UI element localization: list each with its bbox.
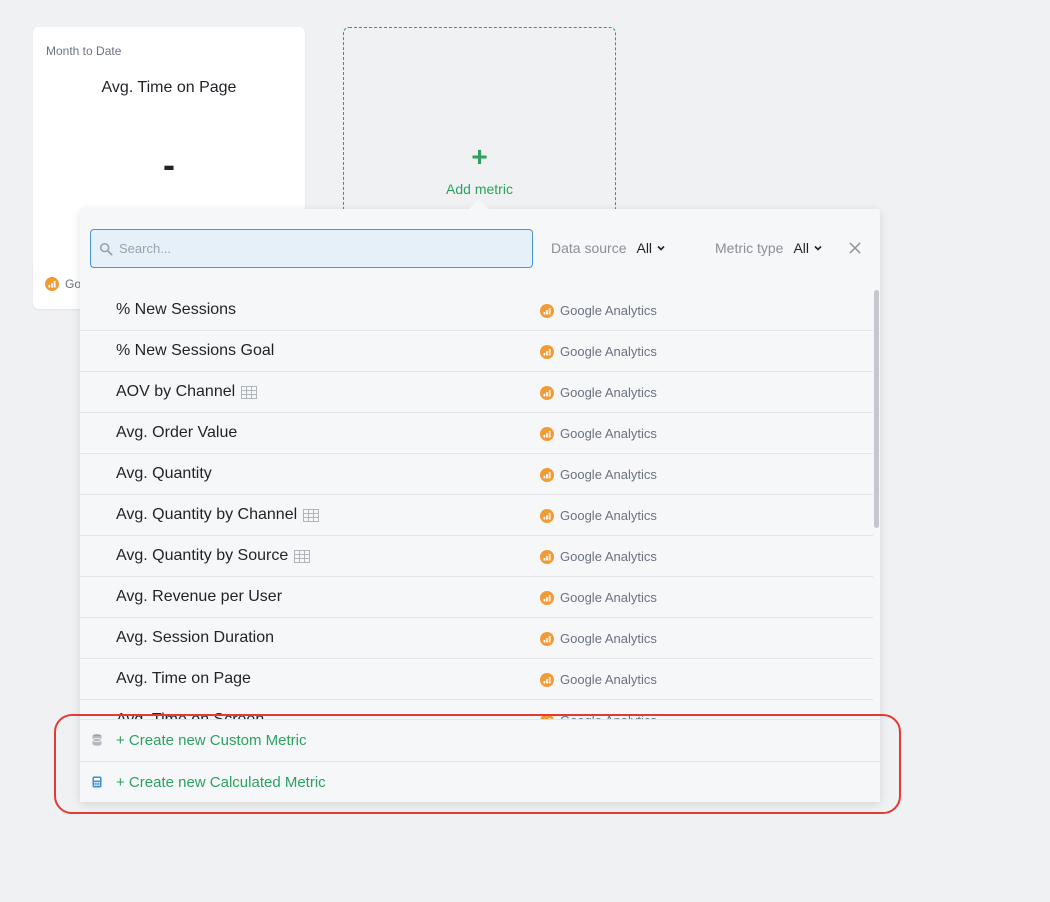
- chevron-down-icon: [657, 245, 665, 251]
- metric-type-label: Metric type: [715, 240, 784, 256]
- search-input[interactable]: [119, 241, 519, 256]
- google-analytics-icon: [540, 672, 554, 687]
- google-analytics-icon: [540, 385, 554, 400]
- picker-toolbar: Data source All Metric type All: [80, 209, 880, 290]
- metric-list[interactable]: % New Sessions Google Analytics% New Sess…: [80, 290, 873, 719]
- metric-row-source-label: Google Analytics: [560, 426, 657, 441]
- data-source-label: Data source: [551, 240, 627, 256]
- metric-row-source-label: Google Analytics: [560, 385, 657, 400]
- table-icon: [241, 385, 258, 399]
- data-source-filter[interactable]: Data source All: [551, 240, 666, 256]
- metric-row-name: Avg. Time on Page: [116, 670, 251, 688]
- data-source-value: All: [636, 240, 653, 256]
- metric-source-label: Go: [65, 277, 82, 291]
- metric-row-name: Avg. Session Duration: [116, 629, 274, 647]
- metric-row[interactable]: % New Sessions Google Analytics: [80, 290, 873, 331]
- metric-row[interactable]: Avg. Quantity Google Analytics: [80, 454, 873, 495]
- search-box[interactable]: [90, 229, 533, 268]
- metric-row[interactable]: Avg. Revenue per User Google Analytics: [80, 577, 873, 618]
- metric-row-source-label: Google Analytics: [560, 549, 657, 564]
- google-analytics-icon: [540, 426, 554, 441]
- chevron-down-icon: [814, 245, 822, 251]
- metric-row-source-label: Google Analytics: [560, 672, 657, 687]
- metric-row-label: % New Sessions: [116, 301, 237, 318]
- google-analytics-icon: [45, 277, 59, 291]
- metric-row-name: % New Sessions: [116, 301, 236, 319]
- create-custom-metric-label: + Create new Custom Metric: [116, 732, 307, 749]
- metric-row-label: % New Sessions Goal: [116, 342, 275, 359]
- add-metric-card[interactable]: + Add metric: [343, 27, 616, 227]
- table-icon: [303, 508, 320, 522]
- metric-row-source: Google Analytics: [540, 549, 657, 564]
- google-analytics-icon: [540, 467, 554, 482]
- metric-row-source-label: Google Analytics: [560, 631, 657, 646]
- metric-row-source: Google Analytics: [540, 467, 657, 482]
- metric-row-label: Avg. Time on Page: [116, 670, 251, 687]
- metric-row-source-label: Google Analytics: [560, 590, 657, 605]
- metric-row[interactable]: % New Sessions Goal Google Analytics: [80, 331, 873, 372]
- google-analytics-icon: [540, 303, 554, 318]
- metric-row-source: Google Analytics: [540, 344, 657, 359]
- metric-row-source: Google Analytics: [540, 385, 657, 400]
- metric-row-name: Avg. Quantity: [116, 465, 212, 483]
- metric-source: Go: [45, 277, 81, 291]
- plus-icon: +: [471, 141, 488, 172]
- metric-row-source-label: Google Analytics: [560, 508, 657, 523]
- google-analytics-icon: [540, 549, 554, 564]
- metric-row-label: Avg. Quantity by Source: [116, 547, 289, 564]
- metric-row-label: Avg. Quantity: [116, 465, 212, 482]
- metric-row-source: Google Analytics: [540, 426, 657, 441]
- search-icon: [99, 242, 113, 256]
- metric-type-value: All: [793, 240, 810, 256]
- google-analytics-icon: [540, 508, 554, 523]
- metric-row-name: Avg. Quantity by Channel: [116, 506, 320, 524]
- database-icon: [92, 734, 102, 746]
- create-calculated-metric-button[interactable]: + Create new Calculated Metric: [80, 761, 880, 802]
- create-calculated-metric-label: + Create new Calculated Metric: [116, 774, 326, 791]
- metric-picker-popover: Data source All Metric type All % New Se…: [80, 199, 880, 802]
- metric-row-label: Avg. Time on Screen: [116, 711, 264, 719]
- metric-row-source: Google Analytics: [540, 303, 657, 318]
- metric-row-source: Google Analytics: [540, 590, 657, 605]
- google-analytics-icon: [540, 631, 554, 646]
- metric-row[interactable]: Avg. Quantity by Channel Google Analytics: [80, 495, 873, 536]
- table-icon: [294, 549, 311, 563]
- metric-row[interactable]: Avg. Quantity by Source Google Analytics: [80, 536, 873, 577]
- metric-row-source-label: Google Analytics: [560, 344, 657, 359]
- metric-row-source: Google Analytics: [540, 672, 657, 687]
- metric-row-label: Avg. Revenue per User: [116, 588, 283, 605]
- metric-row-source-label: Google Analytics: [560, 303, 657, 318]
- metric-row-source-label: Google Analytics: [560, 467, 657, 482]
- metric-row-name: Avg. Quantity by Source: [116, 547, 311, 565]
- calculator-icon: [92, 776, 102, 788]
- add-metric-label: Add metric: [446, 181, 513, 197]
- create-custom-metric-button[interactable]: + Create new Custom Metric: [80, 720, 880, 761]
- metric-row-label: Avg. Quantity by Channel: [116, 506, 298, 523]
- metric-row[interactable]: AOV by Channel Google Analytics: [80, 372, 873, 413]
- metric-row-source: Google Analytics: [540, 508, 657, 523]
- metric-row[interactable]: Avg. Time on Page Google Analytics: [80, 659, 873, 700]
- metric-row-label: AOV by Channel: [116, 383, 236, 400]
- metric-row-name: Avg. Time on Screen: [116, 711, 264, 719]
- metric-row-name: % New Sessions Goal: [116, 342, 274, 360]
- picker-footer: + Create new Custom Metric + Create new …: [80, 719, 880, 802]
- metric-row-label: Avg. Session Duration: [116, 629, 275, 646]
- metric-row-name: Avg. Revenue per User: [116, 588, 282, 606]
- google-analytics-icon: [540, 590, 554, 605]
- metric-row-name: Avg. Order Value: [116, 424, 237, 442]
- metric-type-filter[interactable]: Metric type All: [715, 240, 823, 256]
- google-analytics-icon: [540, 344, 554, 359]
- metric-title: Avg. Time on Page: [101, 79, 237, 96]
- metric-row-source: Google Analytics: [540, 631, 657, 646]
- scrollbar-thumb[interactable]: [874, 290, 879, 528]
- metric-row-label: Avg. Order Value: [116, 424, 238, 441]
- metric-row[interactable]: Avg. Order Value Google Analytics: [80, 413, 873, 454]
- metric-row[interactable]: Avg. Time on ScreenGoogle Analytics: [80, 700, 873, 719]
- metric-row-name: AOV by Channel: [116, 383, 258, 401]
- metric-row[interactable]: Avg. Session Duration Google Analytics: [80, 618, 873, 659]
- metric-period: Month to Date: [46, 44, 122, 58]
- close-icon[interactable]: [848, 241, 862, 255]
- metric-value: -: [163, 144, 175, 185]
